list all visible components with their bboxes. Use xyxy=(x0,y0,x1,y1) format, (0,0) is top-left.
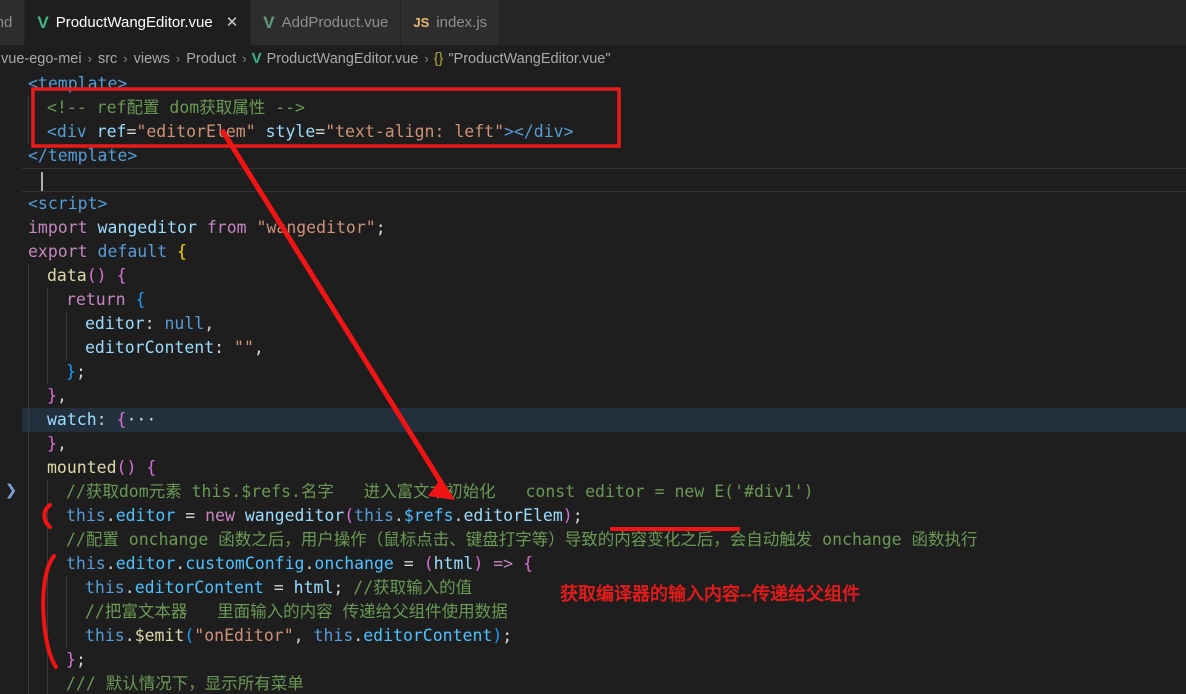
code-line: }, xyxy=(22,432,1186,456)
breadcrumb-separator: › xyxy=(123,51,128,66)
code-line: }; xyxy=(22,360,1186,384)
code-line: editor: null, xyxy=(22,312,1186,336)
tab-index-js[interactable]: JS index.js xyxy=(401,0,501,45)
code-line: import wangeditor from "wangeditor"; xyxy=(28,218,386,237)
code-line: //获取dom元素 this.$refs.名字 进入富文本初始化 const e… xyxy=(22,480,1186,504)
tab-readme-md[interactable]: DME.md xyxy=(0,0,26,45)
js-icon: JS xyxy=(413,15,430,30)
vue-icon: V xyxy=(251,50,262,67)
code-line: this.editor = new wangeditor(this.$refs.… xyxy=(22,504,1186,528)
fold-arrow-icon[interactable]: ❯ xyxy=(4,480,18,500)
braces-icon: {} xyxy=(433,50,444,67)
code-line: <!-- ref配置 dom获取属性 --> xyxy=(22,96,1186,120)
tab-label: AddProduct.vue xyxy=(281,14,389,31)
breadcrumb-item-product[interactable]: Product xyxy=(185,51,237,67)
breadcrumb: vue-ego-mei › src › views › Product › V … xyxy=(0,45,1186,72)
breadcrumb-separator: › xyxy=(424,51,429,66)
text-cursor xyxy=(41,172,43,191)
breadcrumb-item-file[interactable]: ProductWangEditor.vue xyxy=(266,51,420,67)
breadcrumb-separator: › xyxy=(87,51,92,66)
tab-label: ProductWangEditor.vue xyxy=(55,14,213,31)
code-line-folded[interactable]: watch: {··· xyxy=(22,408,1186,432)
code-line: this.$emit("onEditor", this.editorConten… xyxy=(22,624,1186,648)
fold-ellipsis[interactable]: ··· xyxy=(126,410,156,429)
vue-icon: V xyxy=(263,13,275,32)
tab-label: DME.md xyxy=(0,14,13,31)
code-line: <div ref="editorElem" style="text-align:… xyxy=(22,120,1186,144)
breadcrumb-separator: › xyxy=(175,51,181,66)
code-line: mounted() { xyxy=(22,456,1186,480)
breadcrumb-item-src[interactable]: src xyxy=(97,51,118,67)
code-line: <template> xyxy=(28,74,128,93)
breadcrumb-item-project[interactable]: vue-ego-mei xyxy=(0,51,83,67)
close-icon[interactable]: ✕ xyxy=(226,15,239,30)
code-line: //配置 onchange 函数之后，用户操作（鼠标点击、键盘打字等）导致的内容… xyxy=(22,528,1186,552)
tab-productwangeditor-vue[interactable]: V ProductWangEditor.vue ✕ xyxy=(25,0,252,45)
tab-addproduct-vue[interactable]: V AddProduct.vue xyxy=(251,0,402,45)
code-line: data() { xyxy=(22,264,1186,288)
breadcrumb-item-symbol[interactable]: "ProductWangEditor.vue" xyxy=(447,51,611,67)
code-line: /// 默认情况下，显示所有菜单 xyxy=(22,672,1186,694)
tab-label: index.js xyxy=(436,14,488,31)
vue-icon: V xyxy=(37,13,49,32)
code-line: }; xyxy=(22,648,1186,672)
code-line: editorContent: "", xyxy=(22,336,1186,360)
code-line: <script> xyxy=(28,194,108,213)
editor-tab-bar: DME.md V ProductWangEditor.vue ✕ V AddPr… xyxy=(0,0,1186,45)
breadcrumb-separator: › xyxy=(242,51,247,66)
code-line: return { xyxy=(22,288,1186,312)
code-line: export default { xyxy=(28,242,187,261)
code-line: }, xyxy=(22,384,1186,408)
annotation-note: 获取编译器的输入内容--传递给父组件 xyxy=(560,584,860,604)
breadcrumb-item-views[interactable]: views xyxy=(133,51,171,67)
code-line: </template> xyxy=(28,146,138,165)
code-line-current xyxy=(22,168,1186,192)
code-line: this.editor.customConfig.onchange = (htm… xyxy=(22,552,1186,576)
editor-gutter: ❯ xyxy=(0,72,22,694)
